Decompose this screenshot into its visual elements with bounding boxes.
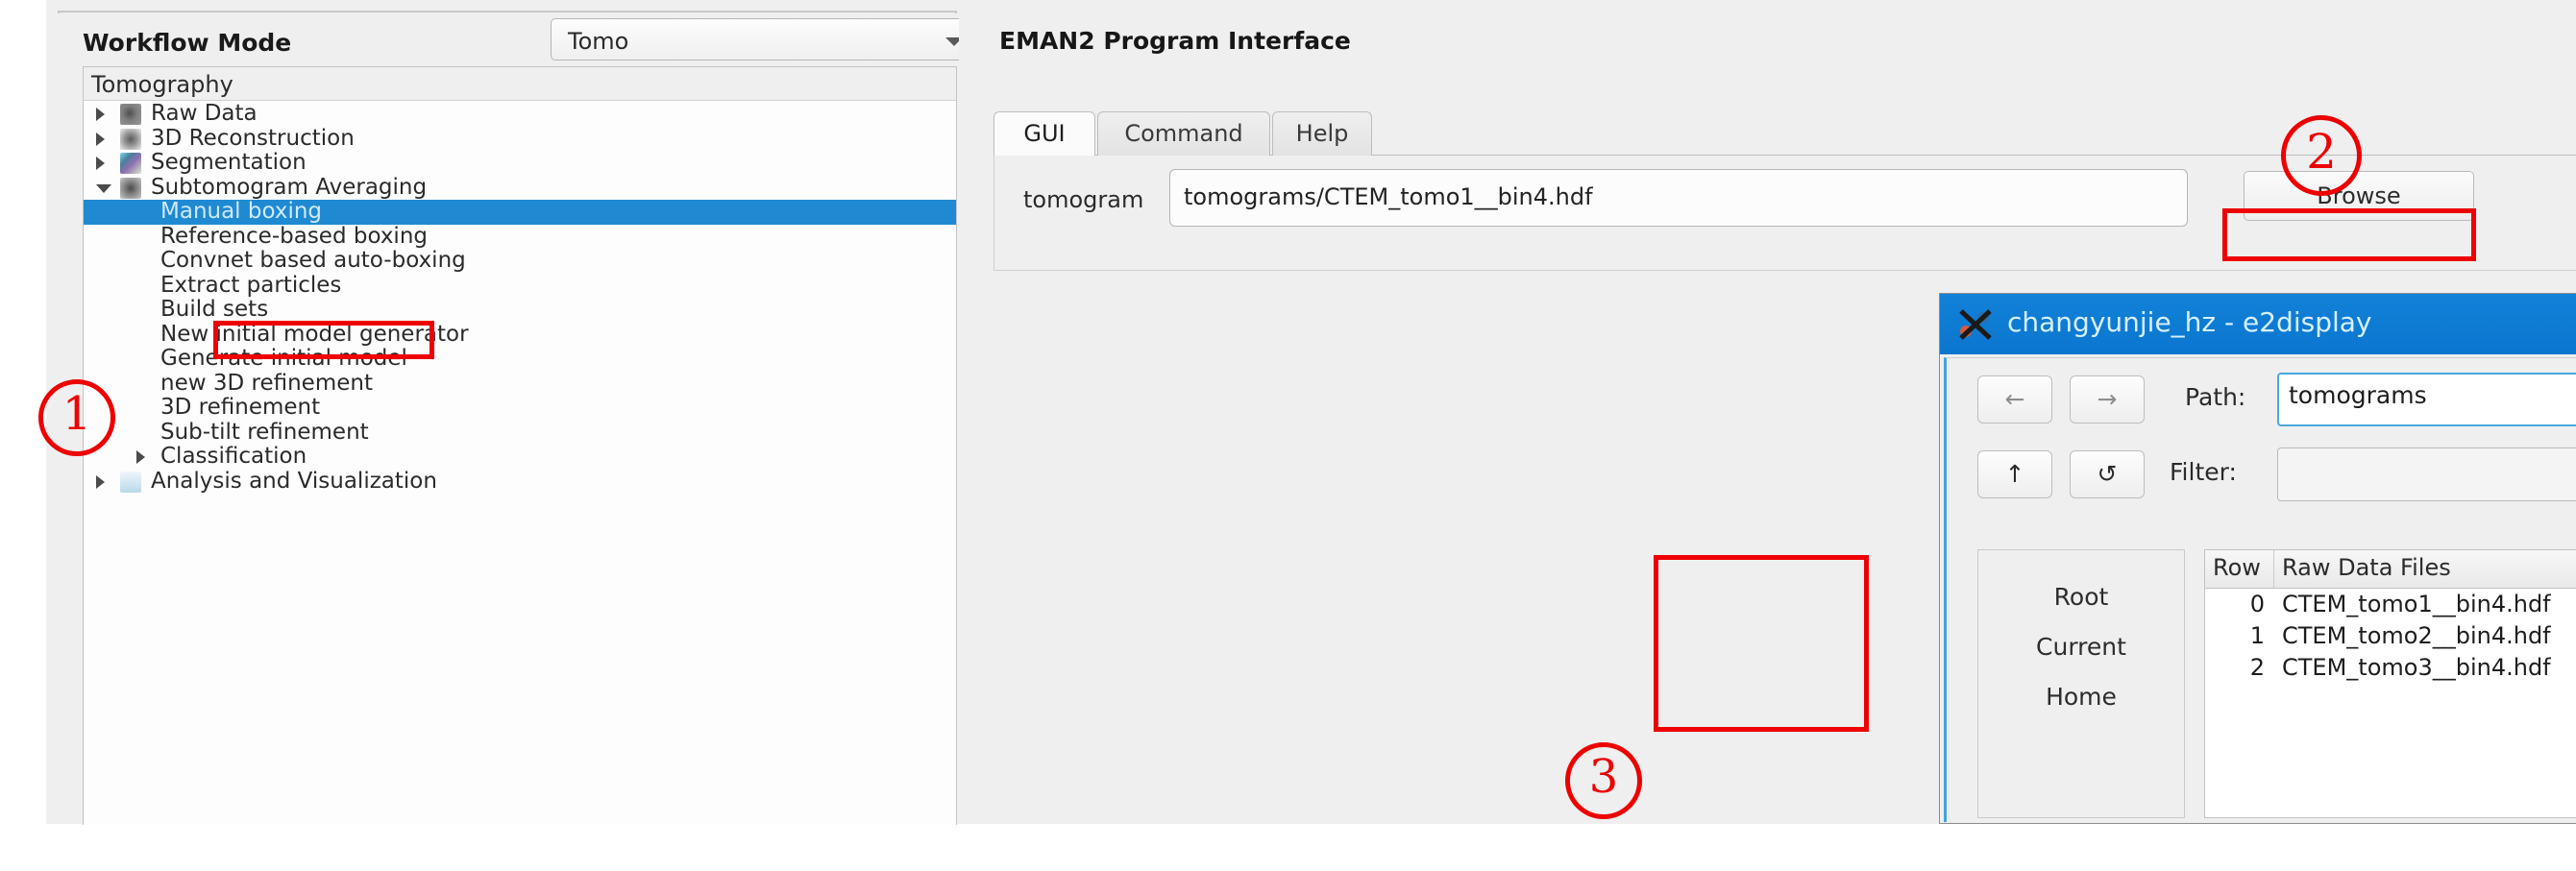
shortcut-list[interactable]: Root Current Home [1977, 549, 2185, 818]
segmentation-icon [120, 153, 141, 174]
gui-param-panel: tomogram tomograms/CTEM_tomo1__bin4.hdf … [994, 156, 2576, 271]
column-header-row[interactable]: Row [2205, 550, 2274, 588]
tree-item-label: Generate initial model [160, 346, 407, 371]
tree-item-label: Segmentation [151, 150, 307, 175]
tree-item-label: Analysis and Visualization [151, 468, 437, 494]
program-tabbar[interactable]: GUI Command Help [994, 111, 2576, 156]
tree-item-label: New initial model generator [160, 321, 469, 347]
shortcut-home[interactable]: Home [1978, 683, 2184, 711]
workflow-mode-value: Tomo [568, 28, 629, 55]
column-header-raw-data-files[interactable]: Raw Data Files [2274, 550, 2576, 588]
dialog-title: changyunjie_hz - e2display [2007, 306, 2372, 338]
chevron-right-icon[interactable] [96, 157, 105, 170]
tree-item-label: Reference-based boxing [160, 223, 428, 249]
e2display-dialog: changyunjie_hz - e2display ← → Path: tom… [1939, 293, 2576, 824]
cell-file: CTEM_tomo2__bin4.hdf [2282, 622, 2551, 649]
shortcut-current[interactable]: Current [1978, 633, 2184, 661]
forward-button[interactable]: → [2070, 375, 2145, 423]
tree-item-label: Manual boxing [160, 199, 323, 224]
raw-data-icon [120, 104, 141, 125]
table-row[interactable]: 2CTEM_tomo3__bin4.hdf992- [2205, 653, 2576, 685]
tree-item-generate-initial-model[interactable]: Generate initial model [84, 346, 956, 372]
left-pane: Workflow Mode Tomo Tomography Raw Data 3D… [46, 13, 981, 825]
tomogram-input-value: tomograms/CTEM_tomo1__bin4.hdf [1184, 183, 1593, 210]
path-input[interactable]: tomograms [2277, 373, 2576, 426]
tomogram-label: tomogram [1023, 186, 1144, 213]
right-pane: EMAN2 Program Interface GUI Command Help t… [959, 0, 2576, 824]
filter-label: Filter: [2170, 458, 2237, 486]
tree-item-label: Convnet based auto-boxing [160, 248, 466, 273]
cell-row: 2 [2249, 654, 2265, 681]
back-button[interactable]: ← [1977, 375, 2052, 423]
tree-item-new-3d-refinement[interactable]: new 3D refinement [84, 370, 956, 397]
tree-body[interactable]: Raw Data 3D Reconstruction Segmentation Sub… [84, 102, 956, 825]
eman2-main-window: Workflow Mode Tomo Tomography Raw Data 3D… [46, 0, 2576, 825]
cell-file: CTEM_tomo3__bin4.hdf [2282, 654, 2551, 681]
tree-item-label: 3D Reconstruction [151, 125, 355, 151]
tree-item-build-sets[interactable]: Build sets [84, 297, 956, 323]
tree-item-reference-based-boxing[interactable]: Reference-based boxing [84, 223, 956, 250]
workflow-mode-label: Workflow Mode [83, 29, 292, 57]
tomogram-input[interactable]: tomograms/CTEM_tomo1__bin4.hdf [1169, 169, 2188, 227]
dialog-titlebar[interactable]: changyunjie_hz - e2display [1940, 294, 2576, 354]
page-title: EMAN2 Program Interface [999, 27, 1351, 55]
chevron-right-icon[interactable] [96, 132, 105, 146]
tree-item-label: Build sets [160, 297, 269, 322]
reconstruction-icon [120, 128, 141, 150]
file-table-header: RowRaw Data FilesStored BoxesQuality [2205, 550, 2576, 589]
tab-gui[interactable]: GUI [994, 111, 1095, 156]
tree-item-label: Subtomogram Averaging [151, 174, 428, 200]
filter-input[interactable] [2277, 448, 2576, 501]
tree-item-new-initial-model-generator[interactable]: New initial model generator [84, 321, 956, 348]
browse-button[interactable]: Browse [2244, 171, 2474, 221]
up-button[interactable]: ↑ [1977, 450, 2052, 498]
tree-item-label: 3D refinement [160, 395, 321, 420]
tree-item-convnet-based-auto-boxing[interactable]: Convnet based auto-boxing [84, 248, 956, 274]
tree-item-classification[interactable]: Classification [84, 444, 956, 470]
file-table[interactable]: RowRaw Data FilesStored BoxesQuality 0 CT… [2204, 549, 2576, 818]
tree-item-label: new 3D refinement [160, 370, 373, 396]
tree-item-label: Classification [160, 444, 307, 469]
chevron-down-icon[interactable] [96, 183, 111, 193]
cell-row: 1 [2249, 622, 2265, 649]
chevron-right-icon[interactable] [96, 474, 105, 489]
tree-item-analysis-and-visualization[interactable]: Analysis and Visualization [84, 468, 956, 495]
tree-item-raw-data[interactable]: Raw Data [84, 102, 956, 127]
chevron-right-icon[interactable] [136, 450, 145, 464]
tree-item-extract-particles[interactable]: Extract particles [84, 272, 956, 299]
tab-help[interactable]: Help [1272, 111, 1372, 156]
tree-item-label: Raw Data [151, 102, 258, 126]
tomography-tree-panel: Tomography Raw Data 3D Reconstruction Segm… [83, 66, 957, 825]
analysis-icon [120, 471, 141, 493]
tree-item-sub-tilt-refinement[interactable]: Sub-tilt refinement [84, 419, 956, 446]
table-row[interactable]: 0CTEM_tomo1__bin4.hdf1947- [2205, 590, 2576, 621]
workflow-mode-row: Workflow Mode Tomo [46, 13, 981, 63]
workflow-mode-select[interactable]: Tomo [551, 18, 981, 60]
dialog-body: ← → Path: tomograms ↑ ↺ Filter: Root Curr… [1944, 357, 2576, 822]
path-input-value: tomograms [2289, 381, 2427, 409]
refresh-button[interactable]: ↺ [2070, 450, 2145, 498]
cell-file: CTEM_tomo1__bin4.hdf [2282, 591, 2551, 617]
screenshot-root: Workflow Mode Tomo Tomography Raw Data 3D… [0, 0, 2576, 871]
chevron-right-icon[interactable] [96, 108, 105, 121]
tree-item-segmentation[interactable]: Segmentation [84, 150, 956, 176]
tree-item-label: Extract particles [160, 272, 342, 298]
eman-x-icon [1959, 309, 1992, 340]
tree-item-3d-reconstruction[interactable]: 3D Reconstruction [84, 125, 956, 152]
tree-item-manual-boxing[interactable]: Manual boxing [84, 199, 956, 225]
tree-header-label: Tomography [91, 71, 233, 98]
path-label: Path: [2185, 383, 2246, 411]
table-row[interactable]: 1CTEM_tomo2__bin4.hdf978- [2205, 621, 2576, 653]
tree-item-subtomogram-averaging[interactable]: Subtomogram Averaging [84, 174, 956, 201]
shortcut-root[interactable]: Root [1978, 583, 2184, 611]
subtomogram-icon [120, 177, 141, 199]
tree-item-3d-refinement[interactable]: 3D refinement [84, 395, 956, 421]
tree-header: Tomography [84, 67, 956, 101]
tab-command[interactable]: Command [1097, 111, 1270, 156]
cell-row: 0 [2249, 591, 2265, 617]
tree-item-label: Sub-tilt refinement [160, 419, 369, 445]
